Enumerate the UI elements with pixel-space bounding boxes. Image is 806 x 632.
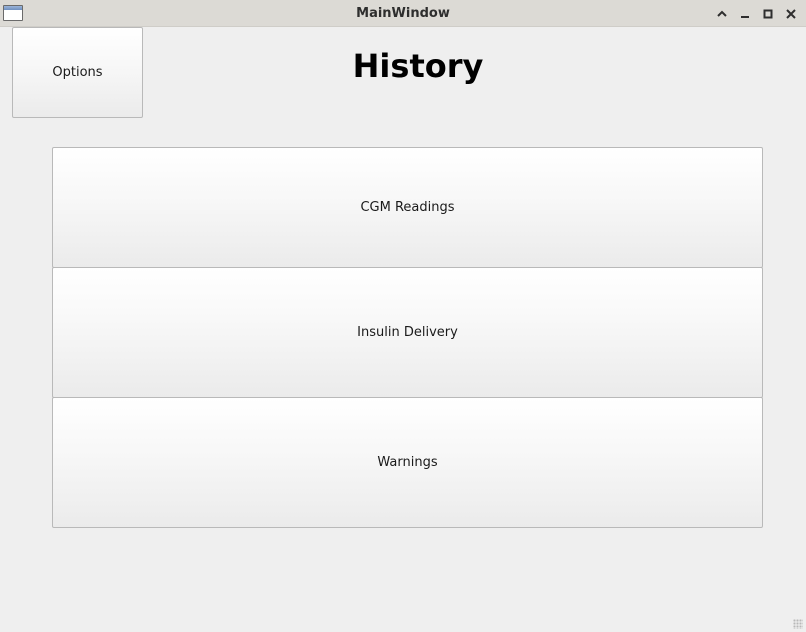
cgm-readings-button[interactable]: CGM Readings	[52, 147, 763, 268]
page-title: History	[352, 47, 484, 85]
options-button[interactable]: Options	[12, 27, 143, 118]
window-title: MainWindow	[356, 6, 450, 21]
maximize-button[interactable]	[758, 4, 778, 23]
minimize-icon	[741, 15, 749, 18]
chevron-up-icon	[717, 10, 727, 17]
minimize-button[interactable]	[735, 4, 755, 23]
resize-grip[interactable]	[793, 619, 803, 629]
warnings-button[interactable]: Warnings	[52, 397, 763, 528]
title-bar[interactable]: MainWindow	[0, 0, 806, 27]
close-icon	[786, 8, 796, 19]
main-window: Options History CGM Readings Insulin Del…	[0, 27, 806, 632]
shade-button[interactable]	[712, 4, 732, 23]
insulin-delivery-button[interactable]: Insulin Delivery	[52, 267, 763, 398]
maximize-icon	[763, 9, 773, 18]
close-button[interactable]	[781, 4, 801, 23]
